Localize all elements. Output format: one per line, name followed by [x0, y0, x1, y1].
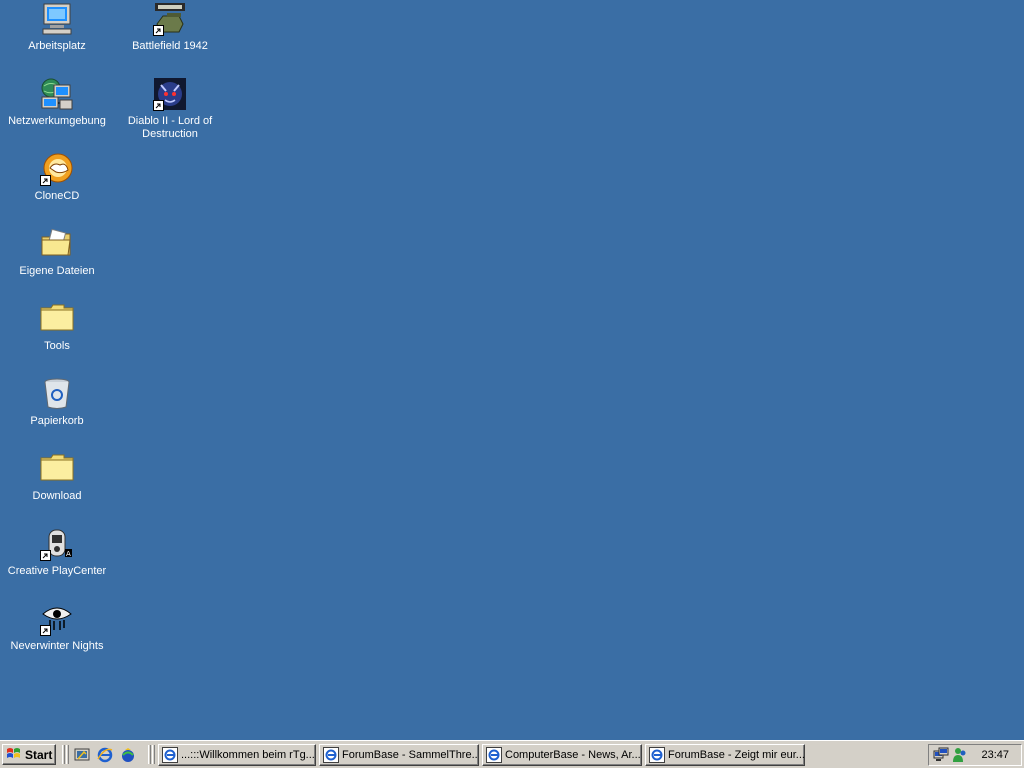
- desktop-icon-tools[interactable]: Tools: [5, 302, 109, 353]
- toolbar-separator: [62, 745, 65, 764]
- neverwinter-nights-icon: [40, 602, 74, 636]
- clock[interactable]: 23:47: [981, 749, 1009, 761]
- desktop-icon-label: CloneCD: [34, 190, 80, 202]
- desktop-icon-papierkorb[interactable]: Papierkorb: [5, 377, 109, 428]
- battlefield-1942-icon: [153, 2, 187, 36]
- internet-explorer-icon: [162, 747, 178, 763]
- taskbar-button[interactable]: ForumBase - SammelThre...: [319, 744, 479, 766]
- outlook-express-icon[interactable]: [120, 747, 136, 763]
- recycle-bin-icon: [40, 377, 74, 411]
- toolbar-grip[interactable]: [66, 745, 69, 764]
- my-documents-icon: [40, 227, 74, 261]
- desktop-icon-eigene-dateien[interactable]: Eigene Dateien: [5, 227, 109, 278]
- desktop-icon-battlefield-1942[interactable]: Battlefield 1942: [118, 2, 222, 53]
- start-button[interactable]: Start: [2, 744, 56, 765]
- desktop-icon-label: Papierkorb: [30, 415, 84, 427]
- desktop-icon-label: Tools: [44, 340, 70, 352]
- desktop-icon-label: Eigene Dateien: [19, 265, 95, 277]
- network-connection-icon[interactable]: [933, 747, 949, 763]
- desktop-icon-label: Creative PlayCenter: [7, 565, 107, 577]
- taskbar-button[interactable]: ComputerBase - News, Ar...: [482, 744, 642, 766]
- internet-explorer-icon: [323, 747, 339, 763]
- clonecd-icon: [40, 152, 74, 186]
- desktop-icon-label: Arbeitsplatz: [28, 40, 86, 52]
- svg-text:A: A: [66, 550, 71, 558]
- desktop-icon-arbeitsplatz[interactable]: Arbeitsplatz: [5, 2, 109, 53]
- diablo-ii-icon: [153, 77, 187, 111]
- desktop[interactable]: Arbeitsplatz Netzwerkumgebung CloneCD Ei…: [0, 0, 1024, 740]
- internet-explorer-icon: [486, 747, 502, 763]
- taskbar-button-label: ComputerBase - News, Ar...: [505, 749, 641, 761]
- shortcut-arrow-icon: [153, 100, 164, 111]
- show-desktop-icon[interactable]: [74, 747, 90, 763]
- taskbar: Start ...:::Willkommen beim rTg... Forum…: [0, 740, 1024, 768]
- taskbar-button-label: ...:::Willkommen beim rTg...: [181, 749, 315, 761]
- toolbar-grip[interactable]: [152, 745, 155, 764]
- taskbar-button[interactable]: ...:::Willkommen beim rTg...: [158, 744, 316, 766]
- desktop-icon-neverwinter-nights[interactable]: Neverwinter Nights: [5, 602, 109, 653]
- desktop-icon-download[interactable]: Download: [5, 452, 109, 503]
- desktop-icon-label: Download: [32, 490, 82, 502]
- folder-icon: [40, 302, 74, 336]
- desktop-icon-label: Battlefield 1942: [132, 40, 208, 52]
- internet-explorer-icon[interactable]: [97, 747, 113, 763]
- desktop-icon-label: Diablo II - Lord of Destruction: [127, 115, 213, 140]
- taskbar-button[interactable]: ForumBase - Zeigt mir eur...: [645, 744, 805, 766]
- start-label: Start: [25, 747, 53, 762]
- folder-icon: [40, 452, 74, 486]
- windows-logo-icon: [6, 746, 22, 763]
- internet-explorer-icon: [649, 747, 665, 763]
- desktop-icon-netzwerkumgebung[interactable]: Netzwerkumgebung: [5, 77, 109, 128]
- shortcut-arrow-icon: [153, 25, 164, 36]
- desktop-icon-label: Neverwinter Nights: [10, 640, 104, 652]
- desktop-icon-label: Netzwerkumgebung: [8, 115, 106, 127]
- my-computer-icon: [40, 2, 74, 36]
- taskbar-button-label: ForumBase - Zeigt mir eur...: [668, 749, 804, 761]
- shortcut-arrow-icon: [40, 550, 51, 561]
- taskbar-button-label: ForumBase - SammelThre...: [342, 749, 478, 761]
- desktop-icon-creative-playcenter[interactable]: A Creative PlayCenter: [5, 527, 109, 578]
- creative-playcenter-icon: A: [40, 527, 74, 561]
- desktop-icon-clonecd[interactable]: CloneCD: [5, 152, 109, 203]
- network-places-icon: [40, 77, 74, 111]
- toolbar-separator: [148, 745, 151, 764]
- desktop-icon-diablo-ii[interactable]: Diablo II - Lord of Destruction: [118, 77, 222, 141]
- shortcut-arrow-icon: [40, 175, 51, 186]
- shortcut-arrow-icon: [40, 625, 51, 636]
- system-tray: 23:47: [928, 744, 1022, 766]
- messenger-icon[interactable]: [951, 747, 967, 763]
